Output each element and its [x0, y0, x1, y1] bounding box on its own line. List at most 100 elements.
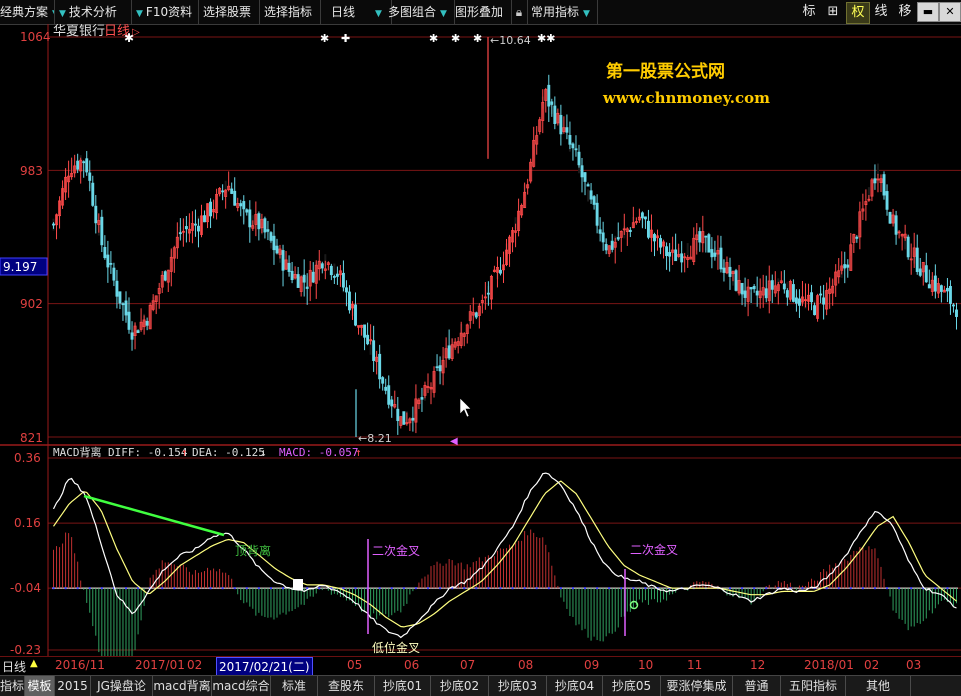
stock-name: 华夏银行 — [53, 24, 105, 39]
candle-body — [873, 178, 877, 184]
tab-11[interactable]: 抄底04 — [547, 676, 603, 696]
zero-dot — [426, 587, 429, 590]
candle-body — [550, 101, 554, 105]
tab-12[interactable]: 抄底05 — [603, 676, 661, 696]
tab-1[interactable]: 模板 — [25, 676, 55, 696]
tab-4[interactable]: macd背离 — [153, 676, 212, 696]
candle-body — [82, 161, 86, 164]
zero-dot — [439, 587, 442, 590]
down-arrow-icon: ↓ — [260, 446, 267, 459]
toolbar-item-period[interactable]: 日线 ▼ — [321, 0, 392, 24]
candle-body — [438, 365, 442, 372]
candle-body — [76, 160, 80, 170]
zero-dot — [632, 587, 635, 590]
tab-13[interactable]: 要涨停集成 — [661, 676, 733, 696]
candle-body — [320, 263, 324, 269]
signal-star-icon: ✱ — [429, 32, 438, 45]
candle-body — [794, 297, 798, 304]
macd-name: MACD背离 — [53, 445, 102, 459]
candle-body — [230, 188, 234, 194]
candle-body — [184, 226, 188, 230]
zero-dot — [801, 587, 804, 590]
tab-6[interactable]: 标准 — [271, 676, 318, 696]
tab-3[interactable]: JG操盘论 — [91, 676, 153, 696]
candle-body — [130, 332, 134, 340]
macd-diff: DIFF: -0.154 — [108, 446, 188, 459]
candle-body — [610, 240, 614, 250]
candle-body — [366, 334, 370, 345]
toolbar-label: 选择指标 — [264, 5, 313, 19]
tab-16[interactable]: 其他 — [846, 676, 911, 696]
date-label: 12 — [750, 658, 766, 672]
candle-body — [221, 190, 225, 193]
candle-body — [719, 247, 723, 270]
second-cross-label-1: 二次金叉 — [372, 543, 420, 558]
chart-area[interactable]: 华夏银行 日线 ▷ ✱ 1064 983 902 821 9.197 ✱ ✚ ✱… — [0, 24, 961, 656]
candle-body — [665, 246, 669, 257]
toolbar: 经典方案▼ ▼技术分析 ▼F10资料 选择股票 选择指标 日线▼ 多图组合▼ 图… — [0, 0, 961, 25]
tab-5[interactable]: macd综合 — [212, 676, 271, 696]
zero-dot — [64, 587, 67, 590]
zero-dot — [934, 587, 937, 590]
date-label: 11 — [687, 658, 703, 672]
candle-body — [329, 265, 333, 276]
date-label: 07 — [460, 658, 476, 672]
candle-body — [704, 235, 708, 238]
date-cursor-label: 2017/02/21(二) — [216, 657, 313, 676]
zero-dot — [584, 587, 587, 590]
candlestick-series — [52, 37, 958, 437]
candle-body — [94, 205, 98, 224]
high-value: 10.64 — [499, 34, 531, 47]
signal-plus-icon: ✚ — [341, 32, 350, 45]
candle-body — [85, 158, 89, 173]
candle-body — [269, 232, 273, 241]
zero-dot — [245, 587, 248, 590]
toolbar-item-multi-chart[interactable]: 多图组合 ▼ — [386, 0, 455, 24]
candle-body — [571, 143, 575, 149]
tab-2[interactable]: 2015 — [55, 676, 91, 696]
toolbar-item-f10[interactable]: ▼ F10资料 — [132, 0, 199, 24]
candle-body — [927, 284, 931, 289]
toolbar-item-select-indicator[interactable]: 选择指标 — [260, 0, 321, 24]
toolbar-item-common-indicator[interactable]: 常用指标 ▼ — [528, 0, 598, 24]
minimize-icon[interactable]: ▬ — [917, 2, 939, 22]
tab-7[interactable]: 查股东 — [318, 676, 375, 696]
grid-button[interactable]: ⊞ — [822, 2, 844, 22]
dropdown-icon: ▼ — [59, 9, 66, 19]
divergence-trendline — [83, 494, 225, 537]
candle-body — [915, 247, 919, 272]
candle-body — [103, 247, 107, 259]
move-button[interactable]: 移 — [894, 2, 916, 22]
toolbar-item-scheme[interactable]: 经典方案▼ — [0, 0, 55, 24]
rights-button[interactable]: 权 — [846, 2, 870, 24]
zero-dot — [608, 587, 611, 590]
tab-0[interactable]: 指标 — [0, 676, 25, 696]
zero-dot — [197, 587, 200, 590]
candle-body — [296, 274, 300, 288]
candle-body — [266, 229, 270, 232]
signal-circle-icon — [629, 600, 639, 610]
zero-dot — [209, 587, 212, 590]
candle-body — [197, 225, 200, 232]
lock-icon[interactable]: 🔒︎ — [511, 0, 528, 24]
toolbar-item-select-stock[interactable]: 选择股票 — [199, 0, 260, 24]
date-label: 06 — [404, 658, 420, 672]
mark-button[interactable]: 标 — [798, 2, 820, 22]
tab-9[interactable]: 抄底02 — [431, 676, 489, 696]
tab-14[interactable]: 普通 — [733, 676, 781, 696]
tab-15[interactable]: 五阳指标 — [781, 676, 846, 696]
toolbar-item-overlay[interactable]: 图形叠加 — [453, 0, 512, 24]
zero-dot — [487, 587, 490, 590]
candle-body — [290, 270, 294, 281]
close-icon[interactable]: ✕ — [939, 2, 961, 22]
zero-dot — [390, 587, 393, 590]
toolbar-item-tech-analysis[interactable]: ▼ 技术分析 — [55, 0, 132, 24]
candle-body — [628, 229, 632, 232]
candle-body — [589, 190, 593, 200]
candle-body — [547, 84, 551, 107]
tab-10[interactable]: 抄底03 — [489, 676, 547, 696]
line-button[interactable]: 线 — [870, 2, 892, 22]
toolbar-label: 技术分析 — [68, 5, 117, 19]
tab-8[interactable]: 抄底01 — [375, 676, 431, 696]
zero-dot — [402, 587, 405, 590]
